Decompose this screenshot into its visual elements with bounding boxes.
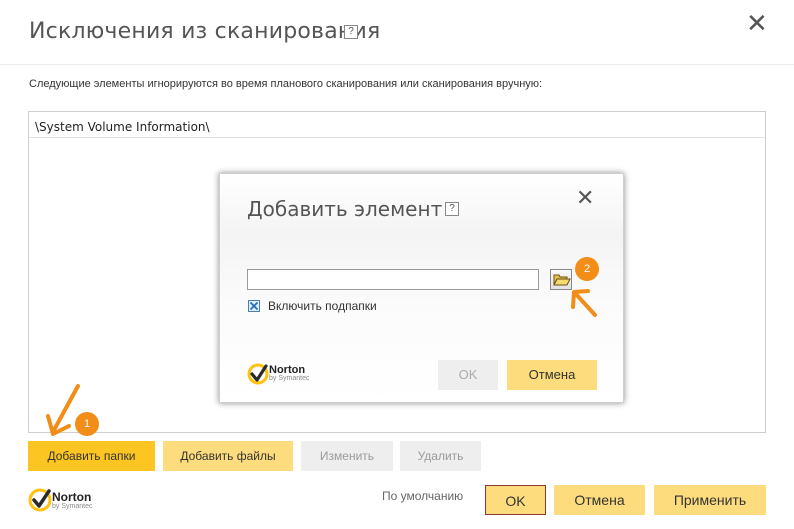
step-badge-2: 2	[575, 257, 599, 281]
include-subfolders-checkbox[interactable]	[248, 300, 260, 312]
dialog-help-icon[interactable]: ?	[445, 202, 459, 216]
norton-check-icon	[28, 488, 52, 512]
arrow-annotation-2	[571, 289, 597, 317]
norton-tagline: by Symantec	[269, 375, 310, 382]
norton-check-icon	[247, 363, 269, 385]
apply-button[interactable]: Применить	[654, 485, 766, 515]
add-folders-button[interactable]: Добавить папки	[28, 441, 155, 471]
edit-button[interactable]: Изменить	[301, 441, 393, 471]
norton-wordmark: Norton	[52, 490, 92, 504]
include-subfolders-label[interactable]: Включить подпапки	[268, 299, 377, 313]
window-title: Исключения из сканирования	[29, 19, 381, 44]
header-divider	[0, 64, 794, 65]
dialog-cancel-button[interactable]: Отмена	[507, 360, 597, 390]
help-icon[interactable]: ?	[344, 25, 358, 39]
dialog-title: Добавить элемент	[247, 197, 443, 221]
defaults-link[interactable]: По умолчанию	[382, 489, 463, 503]
arrow-annotation-1	[46, 384, 80, 436]
ok-button[interactable]: OK	[485, 485, 546, 515]
delete-button[interactable]: Удалить	[400, 441, 481, 471]
norton-tagline: by Symantec	[52, 503, 93, 510]
add-files-button[interactable]: Добавить файлы	[163, 441, 293, 471]
add-item-dialog: Добавить элемент ? ✕ Включить подпапки N…	[219, 173, 624, 403]
close-icon[interactable]: ✕	[746, 11, 768, 37]
dialog-close-icon[interactable]: ✕	[576, 186, 594, 212]
path-input[interactable]	[247, 269, 539, 290]
cancel-button[interactable]: Отмена	[554, 485, 645, 515]
list-item[interactable]: \System Volume Information\	[29, 120, 765, 138]
description-text: Следующие элементы игнорируются во время…	[29, 78, 543, 90]
step-badge-1: 1	[75, 412, 99, 436]
checkmark-icon	[249, 301, 259, 311]
dialog-ok-button[interactable]: OK	[438, 360, 498, 390]
